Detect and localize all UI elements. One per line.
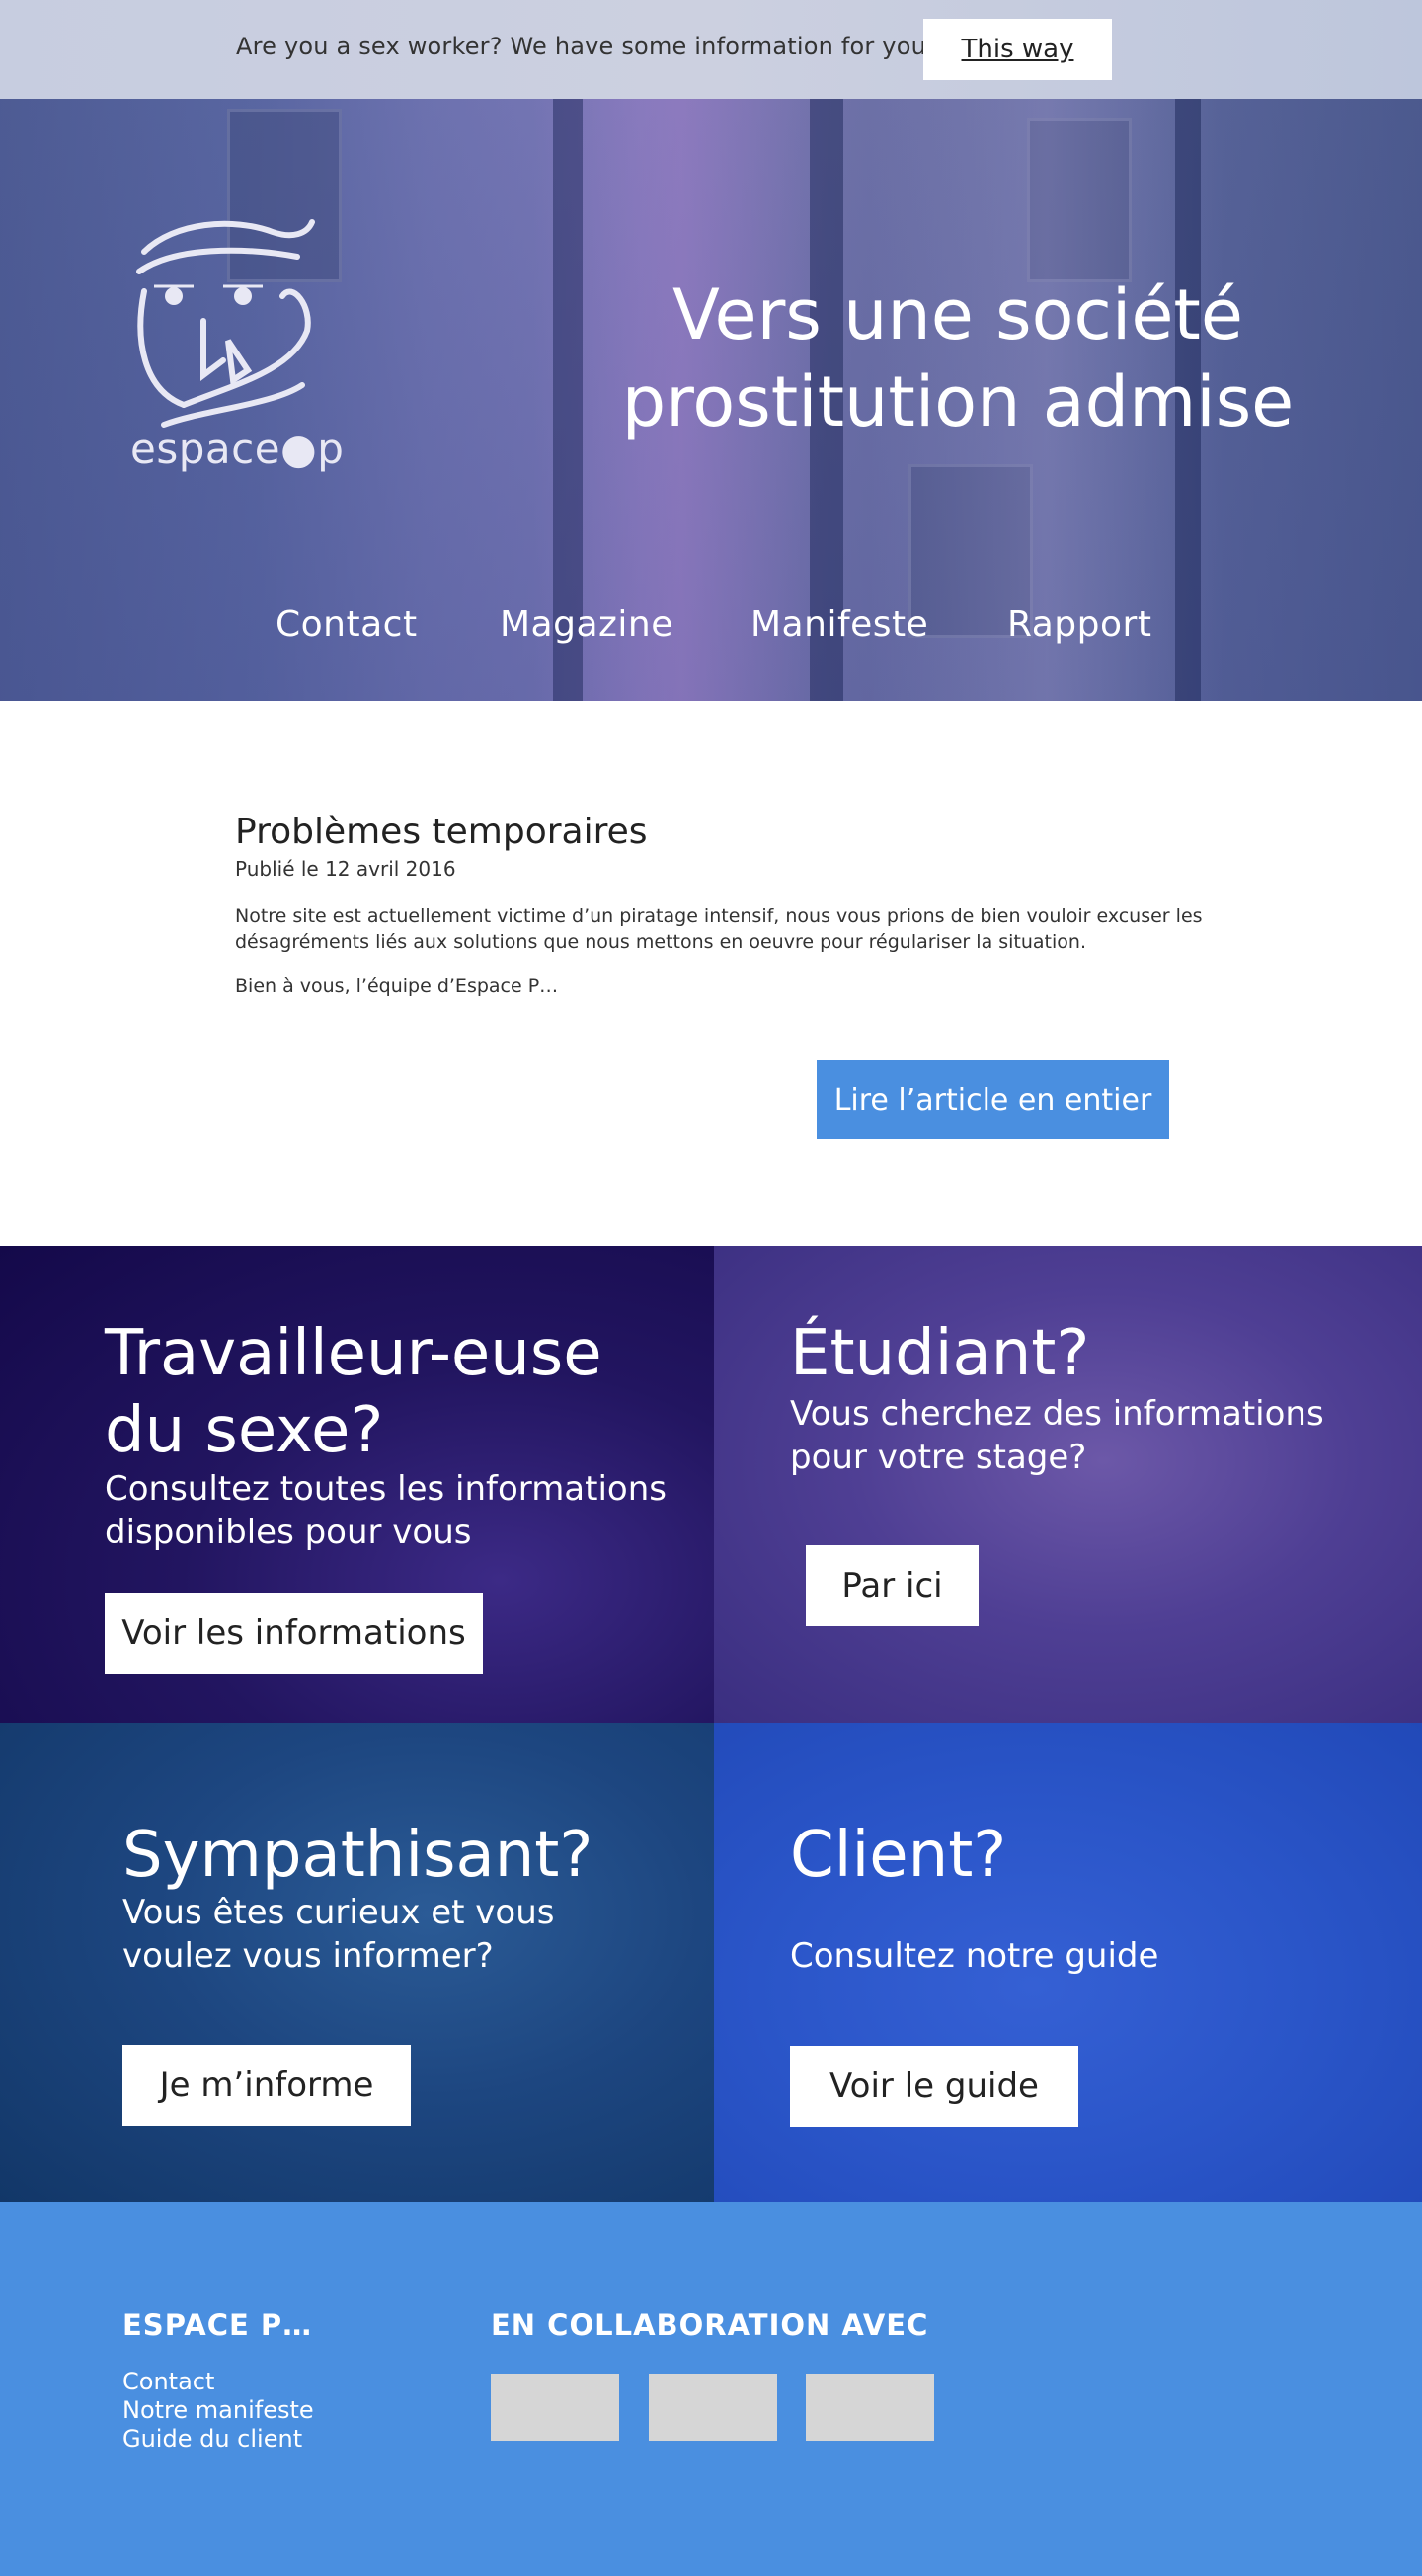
see-guide-button[interactable]: Voir le guide [790, 2046, 1078, 2127]
this-way-button[interactable]: This way [923, 19, 1112, 80]
tile-title: Client? [790, 1819, 1007, 1892]
see-information-button[interactable]: Voir les informations [105, 1593, 483, 1674]
notice-text: Are you a sex worker? We have some infor… [236, 33, 926, 60]
partner-logo-placeholder[interactable] [649, 2374, 777, 2441]
tile-subtitle: Consultez notre guide [790, 1936, 1159, 1976]
tile-subtitle: Vous êtes curieux et vous voulez vous in… [122, 1893, 555, 1976]
tile-sex-worker: Travailleur-euse du sexe? Consultez tout… [0, 1246, 714, 1723]
tile-title: Étudiant? [790, 1317, 1090, 1390]
get-informed-button[interactable]: Je m’informe [122, 2045, 411, 2126]
footer-link-manifesto[interactable]: Notre manifeste [122, 2396, 314, 2424]
partner-logo-placeholder[interactable] [806, 2374, 934, 2441]
partner-logo-placeholder[interactable] [491, 2374, 619, 2441]
nav-link-contact[interactable]: Contact [276, 604, 418, 645]
article-date: Publié le 12 avril 2016 [235, 857, 456, 881]
tile-client: Client? Consultez notre guide Voir le gu… [714, 1723, 1422, 2202]
footer-brand-heading: ESPACE P… [122, 2308, 313, 2342]
tile-title: Sympathisant? [122, 1819, 593, 1892]
logo-wordmark: espace●p [130, 425, 345, 473]
tile-title: Travailleur-euse du sexe? [105, 1317, 602, 1467]
article-body: Notre site est actuellement victime d’un… [235, 905, 1203, 953]
main-nav: Contact Magazine Manifeste Rapport [0, 604, 1422, 664]
article-title: Problèmes temporaires [235, 812, 648, 852]
nav-link-manifeste[interactable]: Manifeste [750, 604, 928, 645]
window-bar [553, 0, 583, 701]
tile-student: Étudiant? Vous cherchez des informations… [714, 1246, 1422, 1723]
footer-link-client-guide[interactable]: Guide du client [122, 2425, 302, 2453]
tile-sympathizer: Sympathisant? Vous êtes curieux et vous … [0, 1723, 714, 2202]
hero-title: Vers une société prostitution admise [621, 274, 1295, 442]
tile-subtitle: Vous cherchez des informations pour votr… [790, 1394, 1324, 1477]
read-full-article-button[interactable]: Lire l’article en entier [817, 1060, 1169, 1139]
footer-partners-heading: EN COLLABORATION AVEC [491, 2308, 929, 2342]
this-way-student-button[interactable]: Par ici [806, 1545, 979, 1626]
footer-link-contact[interactable]: Contact [122, 2368, 214, 2395]
nav-link-magazine[interactable]: Magazine [500, 604, 673, 645]
sex-worker-notice-bar: Are you a sex worker? We have some infor… [0, 0, 1422, 99]
article-signature: Bien à vous, l’équipe d’Espace P… [235, 976, 559, 997]
tile-subtitle: Consultez toutes les informations dispon… [105, 1469, 667, 1552]
nav-link-rapport[interactable]: Rapport [1007, 604, 1151, 645]
hero-banner: espace●p Vers une société prostitution a… [0, 0, 1422, 701]
